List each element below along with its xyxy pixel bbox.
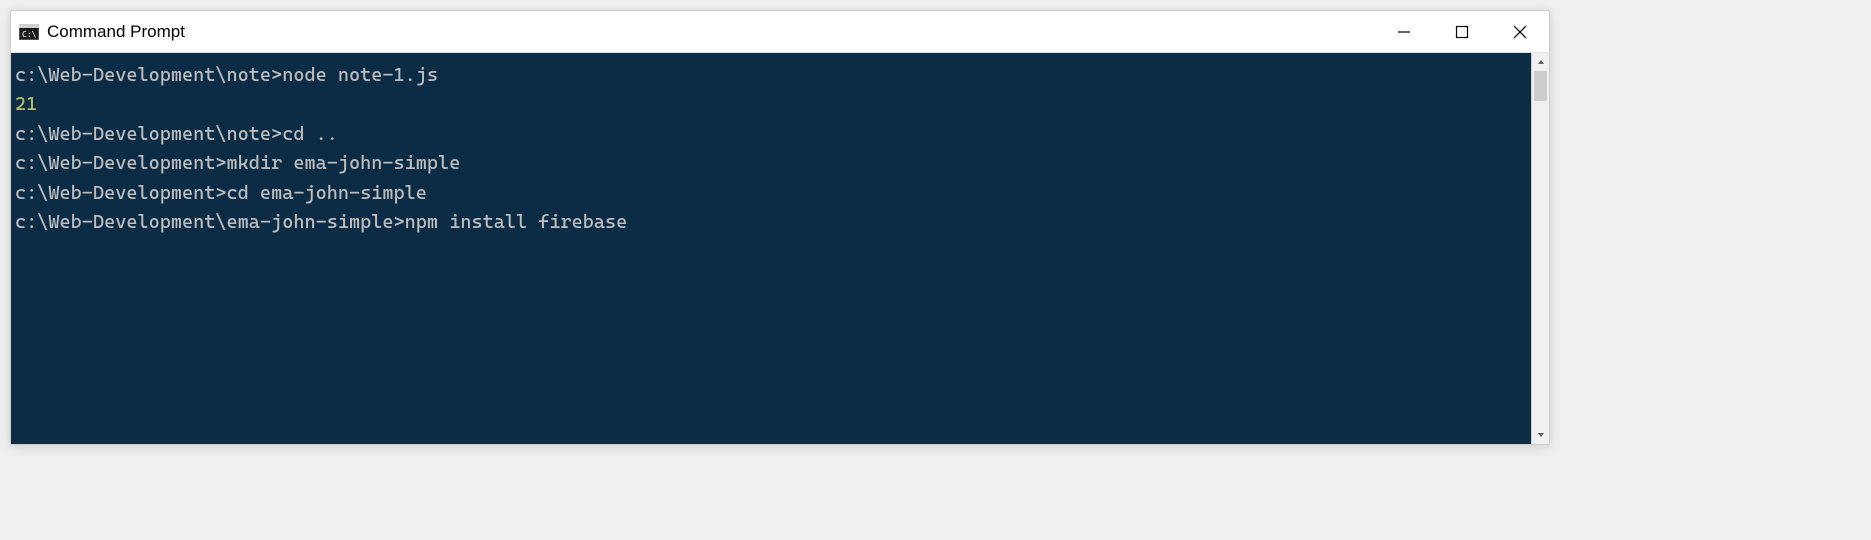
scroll-thumb[interactable]	[1534, 71, 1547, 101]
terminal-line: c:\Web-Development>mkdir ema-john-simple	[11, 149, 1531, 178]
command: cd ..	[282, 123, 338, 145]
scroll-down-arrow-icon[interactable]	[1532, 426, 1549, 444]
terminal-line: c:\Web-Development>cd ema-john-simple	[11, 179, 1531, 208]
scroll-up-arrow-icon[interactable]	[1532, 53, 1549, 71]
prompt: c:\Web-Development>	[15, 182, 227, 204]
minimize-button[interactable]	[1375, 11, 1433, 52]
terminal-area: c:\Web-Development\note>node note-1.js 2…	[11, 53, 1549, 444]
command: npm install firebase	[405, 211, 628, 233]
scrollbar[interactable]	[1531, 53, 1549, 444]
terminal-line: c:\Web-Development\note>node note-1.js	[11, 61, 1531, 90]
terminal-line: c:\Web-Development\note>cd ..	[11, 120, 1531, 149]
prompt: c:\Web-Development\ema-john-simple>	[15, 211, 405, 233]
window-controls	[1375, 11, 1549, 52]
window-title: Command Prompt	[47, 22, 1375, 42]
maximize-button[interactable]	[1433, 11, 1491, 52]
prompt: c:\Web-Development>	[15, 152, 227, 174]
window: C:\ Command Prompt c:\Web-Development\no…	[10, 10, 1550, 445]
prompt: c:\Web-Development\note>	[15, 123, 282, 145]
terminal-line: c:\Web-Development\ema-john-simple>npm i…	[11, 208, 1531, 237]
cmd-icon: C:\	[19, 24, 39, 40]
titlebar: C:\ Command Prompt	[11, 11, 1549, 53]
scroll-track[interactable]	[1532, 71, 1549, 426]
command: node note-1.js	[282, 64, 438, 86]
close-button[interactable]	[1491, 11, 1549, 52]
command: cd ema-john-simple	[227, 182, 427, 204]
terminal-output: 21	[11, 90, 1531, 119]
prompt: c:\Web-Development\note>	[15, 64, 282, 86]
svg-text:C:\: C:\	[22, 30, 37, 39]
command: mkdir ema-john-simple	[227, 152, 461, 174]
terminal[interactable]: c:\Web-Development\note>node note-1.js 2…	[11, 53, 1531, 444]
